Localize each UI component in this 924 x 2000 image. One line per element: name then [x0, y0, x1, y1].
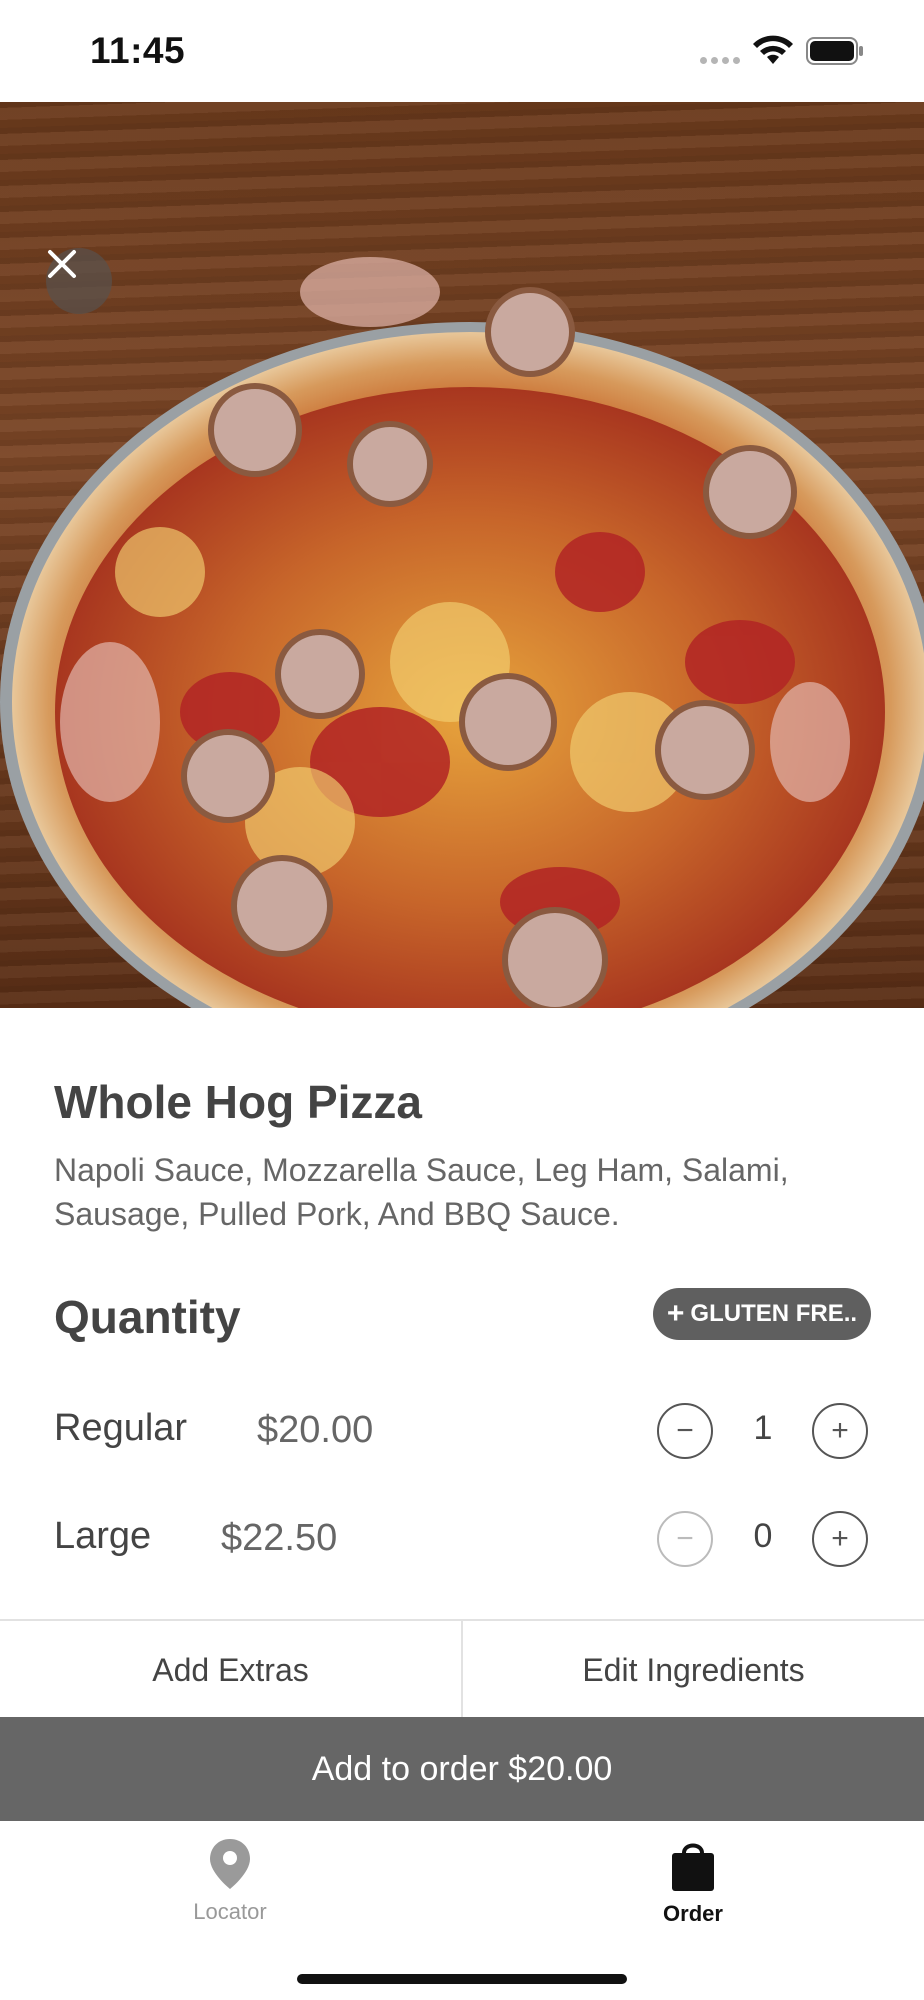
- product-image: [0, 102, 924, 1008]
- cellular-signal-icon: [700, 57, 744, 67]
- tab-locator[interactable]: Locator: [130, 1837, 330, 1925]
- increment-button[interactable]: +: [812, 1403, 868, 1459]
- home-indicator: [297, 1974, 627, 1984]
- size-row-regular: Regular $20.00 − 1 +: [0, 1397, 924, 1467]
- product-description: Napoli Sauce, Mozzarella Sauce, Leg Ham,…: [54, 1152, 789, 1232]
- wifi-icon: [753, 35, 793, 64]
- size-price: $20.00: [257, 1409, 374, 1451]
- pizza-illustration: [0, 257, 924, 1008]
- close-icon: [48, 250, 76, 278]
- add-to-order-button[interactable]: Add to order $20.00: [0, 1717, 924, 1821]
- tab-label: Order: [663, 1901, 723, 1926]
- gluten-free-button[interactable]: + GLUTEN FRE..: [653, 1288, 871, 1340]
- decrement-button[interactable]: −: [657, 1403, 713, 1459]
- action-bar: Add Extras Edit Ingredients: [0, 1619, 924, 1719]
- gluten-free-label: GLUTEN FRE..: [690, 1300, 858, 1327]
- quantity-heading: Quantity: [54, 1291, 241, 1343]
- product-title: Whole Hog Pizza: [54, 1076, 422, 1128]
- status-bar: 11:45: [0, 0, 924, 102]
- plus-icon: +: [666, 1297, 685, 1330]
- shopping-bag-icon: [672, 1843, 714, 1891]
- increment-button[interactable]: +: [812, 1511, 868, 1567]
- location-pin-icon: [210, 1839, 250, 1889]
- close-button[interactable]: [46, 248, 112, 314]
- size-price: $22.50: [221, 1517, 338, 1559]
- size-row-large: Large $22.50 − 0 +: [0, 1505, 924, 1575]
- tab-label: Locator: [193, 1899, 267, 1924]
- quantity-value: 0: [753, 1517, 773, 1555]
- size-label: Large: [54, 1515, 152, 1557]
- add-extras-button[interactable]: Add Extras: [0, 1621, 461, 1719]
- edit-ingredients-button[interactable]: Edit Ingredients: [461, 1621, 924, 1719]
- tab-order[interactable]: Order: [593, 1837, 793, 1927]
- size-label: Regular: [54, 1407, 188, 1449]
- battery-icon: [806, 37, 863, 65]
- decrement-button[interactable]: −: [657, 1511, 713, 1567]
- status-time: 11:45: [90, 30, 186, 71]
- quantity-value: 1: [753, 1409, 773, 1447]
